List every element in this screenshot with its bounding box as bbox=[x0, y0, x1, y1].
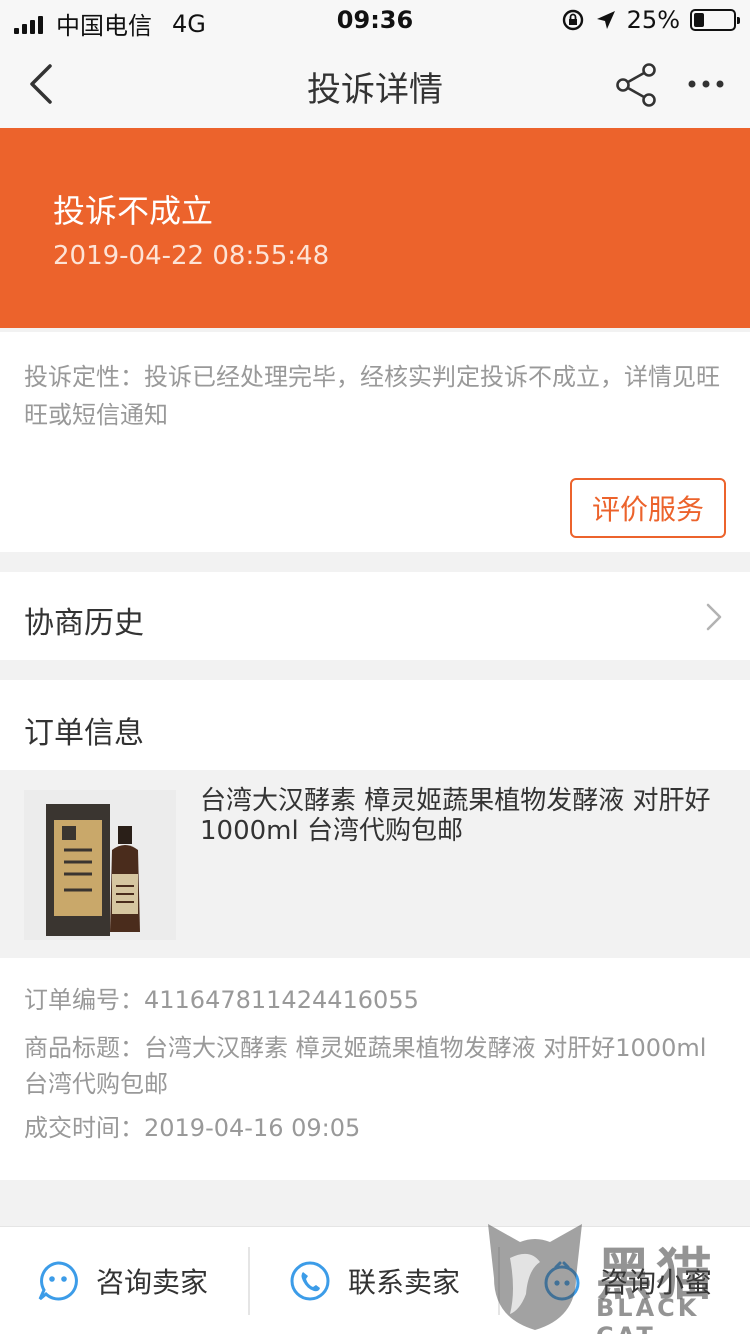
divider bbox=[498, 1247, 500, 1315]
status-right: 25% bbox=[561, 6, 740, 34]
order-number-label: 订单编号： bbox=[24, 986, 144, 1014]
deal-time-value: 2019-04-16 09:05 bbox=[144, 1114, 361, 1142]
contact-seller-button[interactable]: 联系卖家 bbox=[288, 1227, 460, 1334]
chevron-right-icon bbox=[706, 603, 722, 631]
consult-assistant-button[interactable]: 咨询小蜜 bbox=[540, 1227, 712, 1334]
consult-seller-label: 咨询卖家 bbox=[96, 1266, 209, 1299]
deal-time-label: 成交时间： bbox=[24, 1114, 144, 1142]
complaint-status: 投诉不成立 bbox=[53, 192, 214, 230]
consult-seller-button[interactable]: 咨询卖家 bbox=[36, 1227, 208, 1334]
negotiation-history-row[interactable]: 协商历史 bbox=[0, 572, 750, 660]
bottom-action-bar: 咨询卖家 联系卖家 咨询小蜜 bbox=[0, 1226, 750, 1334]
product-row[interactable]: 台湾大汉酵素 樟灵姬蔬果植物发酵液 对肝好1000ml 台湾代购包邮 bbox=[0, 770, 750, 958]
complaint-result-card: 投诉定性：投诉已经处理完毕，经核实判定投诉不成立，详情见旺旺或短信通知 评价服务 bbox=[0, 332, 750, 552]
battery-fill bbox=[694, 13, 704, 27]
navigation-bar: 投诉详情 bbox=[0, 40, 750, 128]
negotiation-history-label: 协商历史 bbox=[24, 606, 144, 641]
chat-face-icon bbox=[38, 1261, 78, 1301]
order-info-header: 订单信息 bbox=[24, 716, 144, 751]
assistant-icon bbox=[544, 1261, 580, 1301]
battery-icon bbox=[690, 9, 740, 31]
deal-time-line: 成交时间：2019-04-16 09:05 bbox=[24, 1110, 730, 1146]
rotation-lock-icon bbox=[562, 9, 583, 31]
share-icon[interactable] bbox=[614, 62, 660, 108]
product-photo bbox=[24, 790, 176, 940]
status-timestamp: 2019-04-22 08:55:48 bbox=[53, 241, 330, 271]
product-title[interactable]: 台湾大汉酵素 樟灵姬蔬果植物发酵液 对肝好1000ml 台湾代购包邮 bbox=[200, 786, 730, 846]
order-info-card: 订单信息 台湾大汉酵素 樟灵姬蔬果植物发酵液 对肝好1000ml 台湾代购包邮 … bbox=[0, 680, 750, 1180]
more-icon[interactable] bbox=[686, 72, 726, 96]
complaint-result-text: 投诉定性：投诉已经处理完毕，经核实判定投诉不成立，详情见旺旺或短信通知 bbox=[24, 363, 720, 429]
status-bar: 中国电信 4G 09:36 25% bbox=[0, 0, 750, 40]
battery-percent: 25% bbox=[626, 6, 680, 34]
location-arrow-icon bbox=[596, 11, 615, 29]
item-title-line: 商品标题：台湾大汉酵素 樟灵姬蔬果植物发酵液 对肝好1000ml 台湾代购包邮 bbox=[24, 1030, 730, 1102]
product-image[interactable] bbox=[24, 790, 176, 940]
order-number-value: 411647811424416055 bbox=[144, 986, 419, 1014]
phone-icon bbox=[290, 1261, 330, 1301]
complaint-status-banner: 投诉不成立 2019-04-22 08:55:48 bbox=[0, 128, 750, 328]
item-title-label: 商品标题： bbox=[24, 1034, 144, 1062]
rate-service-button[interactable]: 评价服务 bbox=[570, 478, 726, 538]
order-number-line: 订单编号：411647811424416055 bbox=[24, 982, 730, 1018]
contact-seller-label: 联系卖家 bbox=[348, 1266, 461, 1299]
divider bbox=[248, 1247, 250, 1315]
consult-assistant-label: 咨询小蜜 bbox=[600, 1266, 713, 1299]
